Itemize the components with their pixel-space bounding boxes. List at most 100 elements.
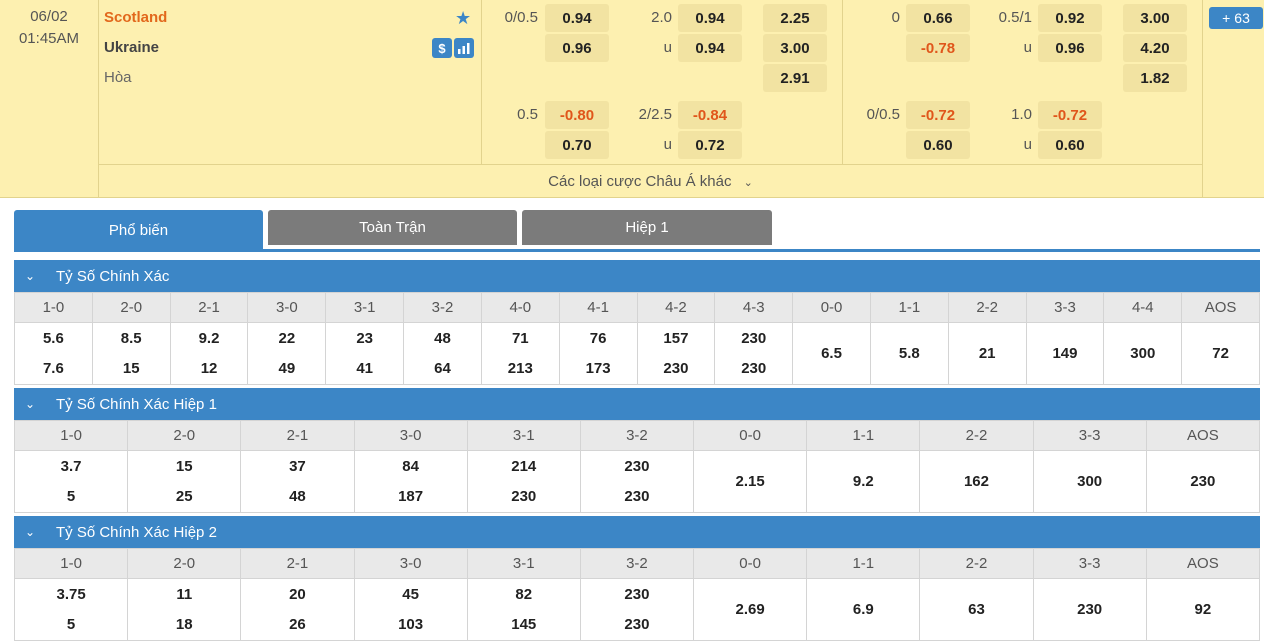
- odd-value[interactable]: 5.6: [15, 324, 92, 354]
- tab-first-half[interactable]: Hiệp 1: [522, 210, 772, 245]
- ht-1x2-draw-odd[interactable]: 1.82: [1123, 64, 1187, 92]
- odd-value[interactable]: 157: [638, 324, 715, 354]
- odd-value[interactable]: 230: [581, 610, 693, 640]
- odd-value[interactable]: 15: [93, 354, 170, 384]
- odd-value[interactable]: 230: [1034, 595, 1146, 625]
- odd-value[interactable]: 92: [1147, 595, 1259, 625]
- ht-ou-over-odd[interactable]: 0.92: [1038, 4, 1102, 32]
- odd-value[interactable]: 300: [1104, 339, 1181, 369]
- more-markets-link[interactable]: Các loại cược Châu Á khác ⌄: [99, 164, 1202, 198]
- ft-ou2-under-odd[interactable]: 0.72: [678, 131, 742, 159]
- odd-value[interactable]: 63: [920, 595, 1032, 625]
- odd-value[interactable]: 76: [560, 324, 637, 354]
- section-header[interactable]: ⌄ Tỷ Số Chính Xác Hiệp 2: [14, 516, 1260, 548]
- odd-value[interactable]: 103: [355, 610, 467, 640]
- tab-full-time[interactable]: Toàn Trận: [268, 210, 517, 245]
- ht-hdp2-home-odd[interactable]: -0.72: [906, 101, 970, 129]
- bar-chart-icon[interactable]: [454, 38, 474, 58]
- odd-value[interactable]: 8.5: [93, 324, 170, 354]
- odd-value[interactable]: 3.7: [15, 452, 127, 482]
- odd-value[interactable]: 3.75: [15, 580, 127, 610]
- ft-hdp-away-odd[interactable]: 0.96: [545, 34, 609, 62]
- odd-value[interactable]: 23: [326, 324, 403, 354]
- odd-value[interactable]: 18: [128, 610, 240, 640]
- odd-value[interactable]: 214: [468, 452, 580, 482]
- ht-hdp-away-odd[interactable]: -0.78: [906, 34, 970, 62]
- odd-value[interactable]: 5: [15, 610, 127, 640]
- ht-ou-under-odd[interactable]: 0.96: [1038, 34, 1102, 62]
- odd-value[interactable]: 230: [468, 482, 580, 512]
- odd-value[interactable]: 37: [241, 452, 353, 482]
- chevron-down-icon[interactable]: ⌄: [14, 525, 46, 539]
- ht-hdp2-away-odd[interactable]: 0.60: [906, 131, 970, 159]
- ft-1x2-away-odd[interactable]: 3.00: [763, 34, 827, 62]
- odd-value[interactable]: 45: [355, 580, 467, 610]
- ft-ou2-over-odd[interactable]: -0.84: [678, 101, 742, 129]
- odd-value[interactable]: 9.2: [807, 467, 919, 497]
- odd-value[interactable]: 49: [248, 354, 325, 384]
- odd-value[interactable]: 12: [171, 354, 248, 384]
- odd-value[interactable]: 15: [128, 452, 240, 482]
- odd-value[interactable]: 213: [482, 354, 559, 384]
- odd-value[interactable]: 7.6: [15, 354, 92, 384]
- odd-value[interactable]: 300: [1034, 467, 1146, 497]
- odd-value[interactable]: 2.15: [694, 467, 806, 497]
- ht-1x2-home-odd[interactable]: 3.00: [1123, 4, 1187, 32]
- dollar-icon[interactable]: $: [432, 38, 452, 58]
- odds-cell: 6.9: [806, 578, 921, 641]
- odd-value[interactable]: 230: [581, 452, 693, 482]
- ht-ou2-under-odd[interactable]: 0.60: [1038, 131, 1102, 159]
- odd-value[interactable]: 230: [715, 324, 792, 354]
- odd-value[interactable]: 9.2: [171, 324, 248, 354]
- odd-value[interactable]: 48: [404, 324, 481, 354]
- odd-value[interactable]: 173: [560, 354, 637, 384]
- ft-hdp-home-odd[interactable]: 0.94: [545, 4, 609, 32]
- odd-value[interactable]: 6.9: [807, 595, 919, 625]
- ht-ou2-over-odd[interactable]: -0.72: [1038, 101, 1102, 129]
- ft-1x2-draw-odd[interactable]: 2.91: [763, 64, 827, 92]
- odd-value[interactable]: 230: [715, 354, 792, 384]
- odd-value[interactable]: 72: [1182, 339, 1259, 369]
- odd-value[interactable]: 5: [15, 482, 127, 512]
- odd-value[interactable]: 11: [128, 580, 240, 610]
- odd-value[interactable]: 20: [241, 580, 353, 610]
- odd-value[interactable]: 84: [355, 452, 467, 482]
- chevron-down-icon[interactable]: ⌄: [14, 269, 46, 283]
- section-header[interactable]: ⌄ Tỷ Số Chính Xác Hiệp 1: [14, 388, 1260, 420]
- odd-value[interactable]: 41: [326, 354, 403, 384]
- odd-value[interactable]: 5.8: [871, 339, 948, 369]
- ft-ou-under-odd[interactable]: 0.94: [678, 34, 742, 62]
- odd-value[interactable]: 48: [241, 482, 353, 512]
- odd-value[interactable]: 25: [128, 482, 240, 512]
- ft-1x2-home-odd[interactable]: 2.25: [763, 4, 827, 32]
- odd-value[interactable]: 71: [482, 324, 559, 354]
- odd-value[interactable]: 149: [1027, 339, 1104, 369]
- ht-1x2-away-odd[interactable]: 4.20: [1123, 34, 1187, 62]
- more-bets-count-button[interactable]: + 63: [1209, 7, 1263, 29]
- odd-value[interactable]: 162: [920, 467, 1032, 497]
- odd-value[interactable]: 21: [949, 339, 1026, 369]
- odd-value[interactable]: 145: [468, 610, 580, 640]
- tab-popular[interactable]: Phổ biến: [14, 210, 263, 251]
- ft-hdp2-home-odd[interactable]: -0.80: [545, 101, 609, 129]
- odd-value[interactable]: 6.5: [793, 339, 870, 369]
- ft-ou-over-odd[interactable]: 0.94: [678, 4, 742, 32]
- chevron-down-icon[interactable]: ⌄: [14, 397, 46, 411]
- ht-hdp-home-odd[interactable]: 0.66: [906, 4, 970, 32]
- odd-value[interactable]: 187: [355, 482, 467, 512]
- odd-value[interactable]: 230: [581, 482, 693, 512]
- home-team-name[interactable]: Scotland: [104, 9, 167, 26]
- away-team-name[interactable]: Ukraine: [104, 39, 159, 56]
- odd-value[interactable]: 26: [241, 610, 353, 640]
- odds-cell: 22 49: [247, 322, 327, 385]
- odd-value[interactable]: 22: [248, 324, 325, 354]
- ft-hdp2-away-odd[interactable]: 0.70: [545, 131, 609, 159]
- section-header[interactable]: ⌄ Tỷ Số Chính Xác: [14, 260, 1260, 292]
- odd-value[interactable]: 230: [1147, 467, 1259, 497]
- odd-value[interactable]: 64: [404, 354, 481, 384]
- star-icon[interactable]: ★: [455, 8, 471, 29]
- odd-value[interactable]: 230: [638, 354, 715, 384]
- odd-value[interactable]: 82: [468, 580, 580, 610]
- odd-value[interactable]: 230: [581, 580, 693, 610]
- odd-value[interactable]: 2.69: [694, 595, 806, 625]
